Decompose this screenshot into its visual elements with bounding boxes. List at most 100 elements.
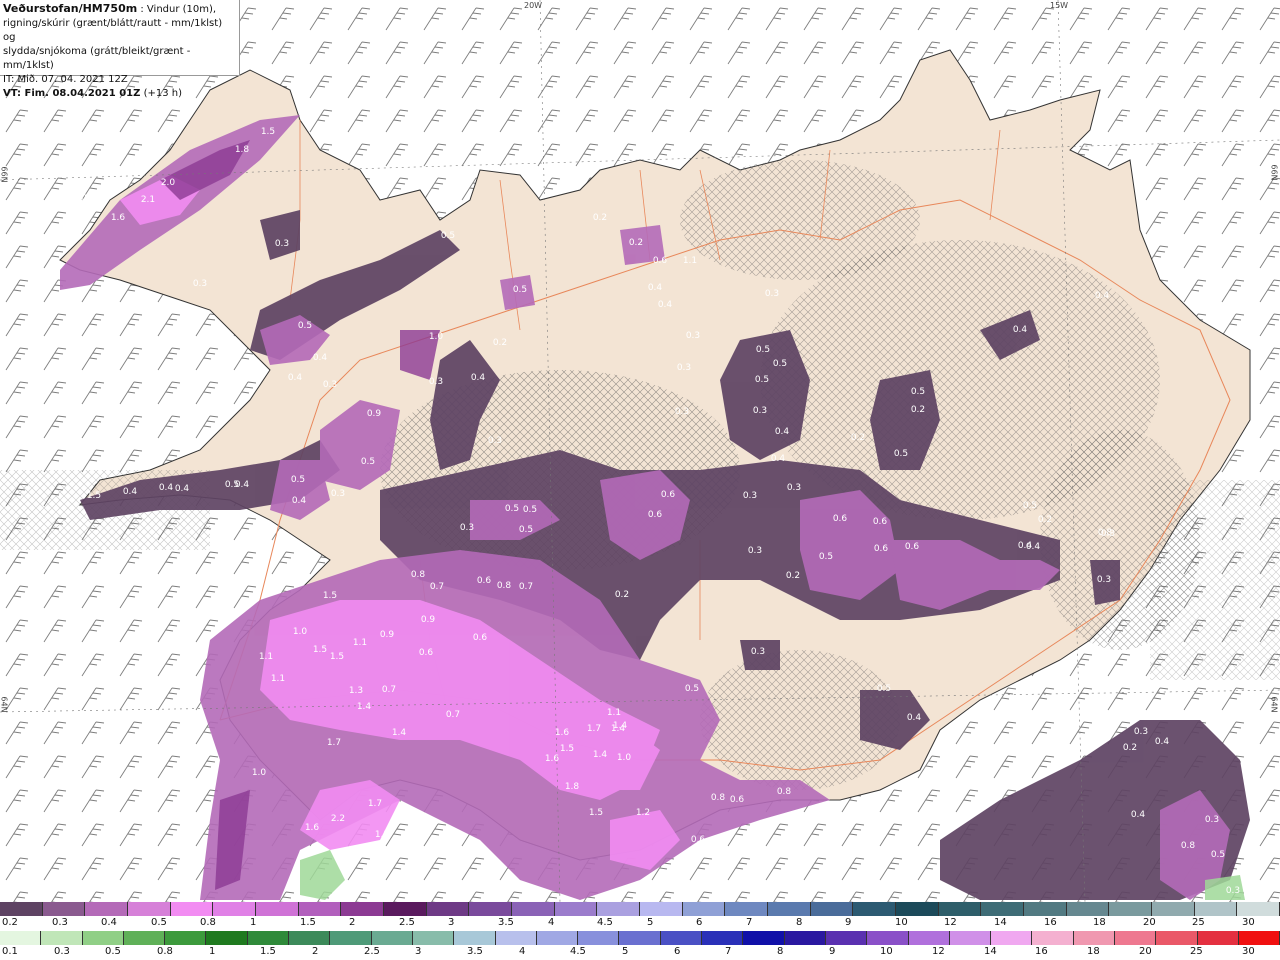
legend-swatch: [1109, 902, 1153, 916]
precip-value-label: 1.0: [429, 332, 444, 342]
precip-value-label: 0.3: [193, 279, 207, 289]
precip-value-label: 0.8: [777, 787, 792, 797]
legend-swatch: [991, 931, 1033, 945]
precip-value-label: 0.5: [513, 285, 527, 295]
precip-value-label: 0.6: [691, 835, 706, 845]
legend-label: 30: [1242, 917, 1255, 928]
precip-value-label: 0.5: [298, 321, 312, 331]
precip-value-label: 1.7: [327, 738, 341, 748]
precip-value-label: 0.8: [411, 570, 426, 580]
legend-label: 0.2: [2, 917, 18, 928]
precip-value-label: 1.2: [405, 828, 419, 838]
legend-label: 7: [725, 946, 732, 957]
legend-label: 14: [984, 946, 997, 957]
legend-snow: 0.2 0.3 0.4 0.5 0.8 1 1.5 2 2.5 3 3.5 4 4.5 5 6 7 8 9 10 12…: [0, 902, 1280, 931]
legend-swatch: [0, 902, 43, 916]
legend-swatch: [469, 902, 513, 916]
legend-swatch: [981, 902, 1025, 916]
precip-value-label: 0.5: [773, 359, 787, 369]
map-title-desc: : Vindur (10m),: [140, 4, 217, 15]
precip-value-label: 0.5: [291, 475, 305, 485]
precip-value-label: 0.5: [523, 505, 537, 515]
legend-label: 2.5: [399, 917, 415, 928]
lat-label-64n-right: 64N: [1269, 696, 1279, 713]
precip-value-label: 0.4: [1013, 325, 1028, 335]
lat-label-64n-left: 64N: [0, 696, 9, 713]
precip-value-label: 0.3: [331, 489, 345, 499]
legend-label: 0.3: [54, 946, 70, 957]
precip-value-label: 0.5: [819, 552, 833, 562]
legend-label: 0.8: [157, 946, 173, 957]
legend-label: 5: [622, 946, 629, 957]
precip-value-label: 1.1: [259, 652, 273, 662]
precip-value-label: 0.4: [159, 483, 174, 493]
precip-value-label: 0.2: [851, 433, 865, 443]
weather-map: 1.51.82.02.10.21.60.30.30.50.20.51.10.60…: [0, 0, 1280, 902]
legend-swatch: [412, 931, 455, 945]
legend-swatch: [341, 902, 385, 916]
precip-value-label: 1.5: [330, 652, 344, 662]
precip-value-label: 0.5: [1023, 501, 1037, 511]
precip-value-label: 0.6: [730, 795, 745, 805]
precip-value-label: 0.6: [833, 514, 848, 524]
precip-value-label: 1.5: [560, 744, 574, 754]
lon-label-20w: 20W: [524, 1, 543, 10]
legend-swatch: [384, 902, 427, 916]
legend-swatch: [597, 902, 641, 916]
precip-value-label: 1.1: [683, 256, 697, 266]
precip-value-label: 0.2: [593, 213, 607, 223]
map-info-box: Veðurstofan/HM750m : Vindur (10m), rigni…: [0, 0, 240, 99]
precip-value-label: 0.2: [1038, 515, 1052, 525]
precip-value-label: 0.4: [175, 484, 190, 494]
precip-value-label: 0.4: [471, 373, 486, 383]
valid-time: VT: Fim. 08.04.2021 01Z: [3, 88, 141, 99]
precip-value-label: 0.3: [751, 647, 765, 657]
precip-value-label: 1.4: [392, 728, 407, 738]
precip-value-label: 0.5: [1211, 850, 1225, 860]
legend-label: 4: [519, 946, 526, 957]
precip-value-label: 0.3: [1205, 815, 1219, 825]
precip-value-label: 1.4: [593, 750, 608, 760]
precip-value-label: 0.2: [81, 193, 95, 203]
precip-value-label: 0.2: [629, 238, 643, 248]
precip-value-label: 1.6: [111, 213, 126, 223]
precip-value-label: 0.2: [786, 571, 800, 581]
legend-label: 4: [548, 917, 555, 928]
precip-value-label: 0.2: [493, 338, 507, 348]
precip-value-label: 0.3: [1097, 575, 1111, 585]
precip-value-label: 1.5: [87, 491, 101, 501]
precip-value-label: 0.4: [775, 427, 790, 437]
precip-value-label: 0.2: [615, 590, 629, 600]
precip-value-label: 2.0: [161, 178, 176, 188]
legend-label: 3: [448, 917, 455, 928]
precip-value-label: 0.7: [430, 582, 444, 592]
legend-swatch: [949, 931, 992, 945]
precip-value-label: 0.5: [911, 387, 925, 397]
precip-value-label: 0.3: [686, 331, 700, 341]
legend-swatch: [1115, 931, 1157, 945]
precip-value-label: 0.5: [877, 684, 891, 694]
legend-swatch: [1238, 931, 1280, 945]
precip-value-label: 0.5: [755, 375, 769, 385]
precip-value-label: 0.3: [765, 289, 779, 299]
legend-swatch: [1073, 931, 1116, 945]
precip-value-label: 1.8: [235, 145, 250, 155]
legend-swatch: [619, 931, 661, 945]
legend-swatch: [1194, 902, 1238, 916]
legend-label: 10: [880, 946, 893, 957]
legend-swatch: [810, 902, 854, 916]
precip-value-label: 2.1: [141, 195, 155, 205]
precip-value-label: 0.4: [1155, 737, 1170, 747]
precip-value-label: 0.4: [288, 373, 303, 383]
legend-label: 1: [250, 917, 257, 928]
legend-swatch: [1066, 902, 1110, 916]
precip-value-label: 0.5: [519, 525, 533, 535]
legend-swatch: [165, 931, 207, 945]
legend-label: 30: [1242, 946, 1255, 957]
legend-swatch: [867, 931, 909, 945]
legend-label: 2: [312, 946, 319, 957]
legend-label: 10: [895, 917, 908, 928]
legend-swatch: [289, 931, 331, 945]
precip-value-label: 1.6: [555, 728, 570, 738]
precip-value-label: 0.3: [753, 406, 767, 416]
